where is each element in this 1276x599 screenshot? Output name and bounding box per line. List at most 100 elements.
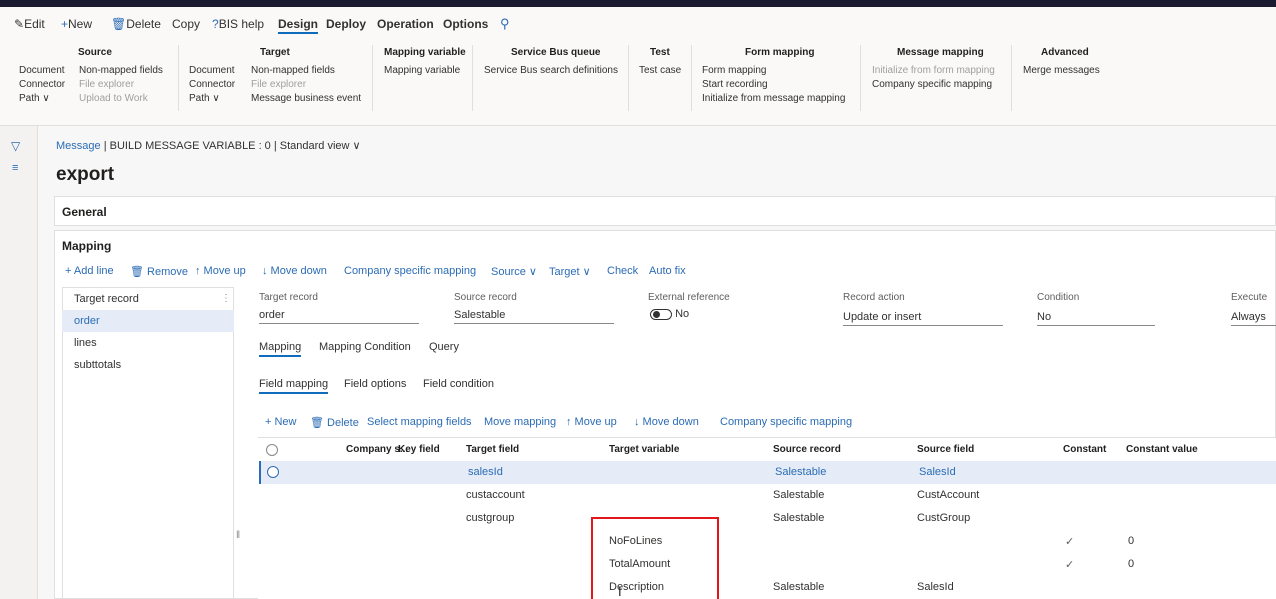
- constant-value-cell[interactable]: 0: [1128, 558, 1134, 570]
- col-constant-value[interactable]: Constant value: [1126, 444, 1198, 455]
- delete-button[interactable]: 🗑Delete: [111, 17, 161, 31]
- tab-mapping-condition[interactable]: Mapping Condition: [319, 341, 411, 353]
- col-source-record[interactable]: Source record: [773, 444, 841, 455]
- new-button[interactable]: +New: [61, 17, 92, 31]
- source-document[interactable]: Document: [19, 65, 65, 76]
- service-bus-search-button[interactable]: Service Bus search definitions: [484, 65, 618, 76]
- merge-messages-button[interactable]: Merge messages: [1023, 65, 1100, 76]
- col-key-field[interactable]: Key field: [398, 444, 440, 455]
- source-record-cell[interactable]: Salestable: [773, 489, 824, 501]
- col-target-field[interactable]: Target field: [466, 444, 519, 455]
- move-up-button[interactable]: ↑ Move up: [195, 265, 246, 277]
- field-move-down-button[interactable]: ↓ Move down: [634, 416, 699, 428]
- form-mapping-button[interactable]: Form mapping: [702, 65, 766, 76]
- table-row[interactable]: custaccount Salestable CustAccount: [259, 484, 1276, 507]
- target-dropdown[interactable]: Target ∨: [549, 265, 591, 278]
- general-section[interactable]: General: [54, 196, 1276, 226]
- edit-button[interactable]: ✎Edit: [14, 17, 45, 31]
- add-line-button[interactable]: + Add line: [65, 265, 114, 277]
- target-non-mapped-fields[interactable]: Non-mapped fields: [251, 65, 335, 76]
- field-move-up-button[interactable]: ↑ Move up: [566, 416, 617, 428]
- target-field-cell[interactable]: salesId: [468, 466, 503, 478]
- table-row[interactable]: TotalAmount ✓ 0: [259, 553, 1276, 576]
- target-field-cell[interactable]: custaccount: [466, 489, 525, 501]
- target-field-cell[interactable]: custgroup: [466, 512, 514, 524]
- list-item-subttotals[interactable]: subttotals: [74, 359, 121, 371]
- field-company-specific-mapping-button[interactable]: Company specific mapping: [720, 416, 852, 428]
- test-case-button[interactable]: Test case: [639, 65, 681, 76]
- execute-field[interactable]: Always: [1231, 311, 1276, 326]
- company-specific-mapping-button[interactable]: Company specific mapping: [872, 79, 992, 90]
- list-item-order[interactable]: order: [74, 315, 100, 327]
- tab-deploy[interactable]: Deploy: [326, 17, 366, 31]
- remove-button[interactable]: 🗑 Remove: [130, 265, 188, 278]
- source-field-cell[interactable]: SalesId: [919, 466, 956, 478]
- copy-button[interactable]: Copy: [172, 17, 200, 31]
- target-record-field[interactable]: order: [259, 309, 419, 324]
- source-field-cell[interactable]: CustAccount: [917, 489, 979, 501]
- subtab-field-mapping[interactable]: Field mapping: [259, 378, 329, 394]
- field-new-button[interactable]: + New: [265, 416, 297, 428]
- field-delete-button[interactable]: 🗑 Delete: [310, 416, 359, 429]
- col-source-field[interactable]: Source field: [917, 444, 974, 455]
- target-path[interactable]: Path ∨: [189, 93, 220, 104]
- tab-design[interactable]: Design: [278, 17, 319, 34]
- mapping-variable-button[interactable]: Mapping variable: [384, 65, 460, 76]
- source-dropdown[interactable]: Source ∨: [491, 265, 537, 278]
- tab-operation[interactable]: Operation: [377, 17, 434, 31]
- table-row[interactable]: Description Salestable SalesId: [259, 576, 1276, 599]
- tab-mapping[interactable]: Mapping: [259, 341, 302, 357]
- breadcrumb-context[interactable]: | BUILD MESSAGE VARIABLE : 0 | Standard …: [104, 140, 361, 152]
- target-connector[interactable]: Connector: [189, 79, 235, 90]
- select-all-radio[interactable]: [266, 444, 278, 456]
- more-options-icon[interactable]: ⋮: [221, 293, 231, 304]
- breadcrumb-message-link[interactable]: Message: [56, 140, 101, 152]
- source-field-cell[interactable]: SalesId: [917, 581, 954, 593]
- start-recording-button[interactable]: Start recording: [702, 79, 768, 90]
- subtab-field-condition[interactable]: Field condition: [423, 378, 494, 390]
- tab-options[interactable]: Options: [443, 17, 488, 31]
- target-record-list-header[interactable]: Target record: [74, 293, 139, 305]
- filter-icon[interactable]: ▽: [11, 139, 20, 153]
- table-row[interactable]: NoFoLines ✓ 0: [259, 530, 1276, 553]
- check-button[interactable]: Check: [607, 265, 638, 277]
- company-specific-mapping-link[interactable]: Company specific mapping: [344, 265, 476, 277]
- record-action-field[interactable]: Update or insert: [843, 311, 1003, 326]
- tab-query[interactable]: Query: [429, 341, 459, 353]
- menu-icon[interactable]: ≡: [12, 162, 18, 174]
- external-reference-toggle[interactable]: No: [650, 308, 689, 320]
- source-record-field[interactable]: Salestable: [454, 309, 614, 324]
- list-item-lines[interactable]: lines: [74, 337, 97, 349]
- source-non-mapped-fields[interactable]: Non-mapped fields: [79, 65, 163, 76]
- table-row[interactable]: custgroup Salestable CustGroup: [259, 507, 1276, 530]
- general-section-header[interactable]: General: [62, 205, 107, 219]
- table-row[interactable]: salesId Salestable SalesId: [259, 461, 1276, 484]
- bis-help-button[interactable]: ?BIS help: [212, 17, 264, 31]
- constant-check-icon[interactable]: ✓: [1065, 535, 1074, 548]
- col-constant[interactable]: Constant: [1063, 444, 1106, 455]
- source-path[interactable]: Path ∨: [19, 93, 50, 104]
- condition-field[interactable]: No: [1037, 311, 1155, 326]
- mapping-section-header[interactable]: Mapping: [62, 239, 111, 253]
- init-from-message-mapping-button[interactable]: Initialize from message mapping: [702, 93, 845, 104]
- source-record-cell[interactable]: Salestable: [773, 512, 824, 524]
- source-record-cell[interactable]: Salestable: [773, 581, 824, 593]
- subtab-field-options[interactable]: Field options: [344, 378, 406, 390]
- ribbon-separator: [1011, 45, 1012, 111]
- source-connector[interactable]: Connector: [19, 79, 65, 90]
- auto-fix-button[interactable]: Auto fix: [649, 265, 686, 277]
- message-business-event[interactable]: Message business event: [251, 93, 361, 104]
- constant-value-cell[interactable]: 0: [1128, 535, 1134, 547]
- target-document[interactable]: Document: [189, 65, 235, 76]
- source-record-cell[interactable]: Salestable: [775, 466, 826, 478]
- move-mapping-button[interactable]: Move mapping: [484, 416, 556, 428]
- row-select-radio[interactable]: [267, 466, 279, 478]
- ribbon-separator: [472, 45, 473, 111]
- search-icon[interactable]: ⚲: [500, 16, 510, 32]
- constant-check-icon[interactable]: ✓: [1065, 558, 1074, 571]
- splitter-handle[interactable]: ‖: [236, 530, 240, 541]
- select-mapping-fields-button[interactable]: Select mapping fields: [367, 416, 472, 428]
- move-down-button[interactable]: ↓ Move down: [262, 265, 327, 277]
- source-field-cell[interactable]: CustGroup: [917, 512, 970, 524]
- col-target-variable[interactable]: Target variable: [609, 444, 679, 455]
